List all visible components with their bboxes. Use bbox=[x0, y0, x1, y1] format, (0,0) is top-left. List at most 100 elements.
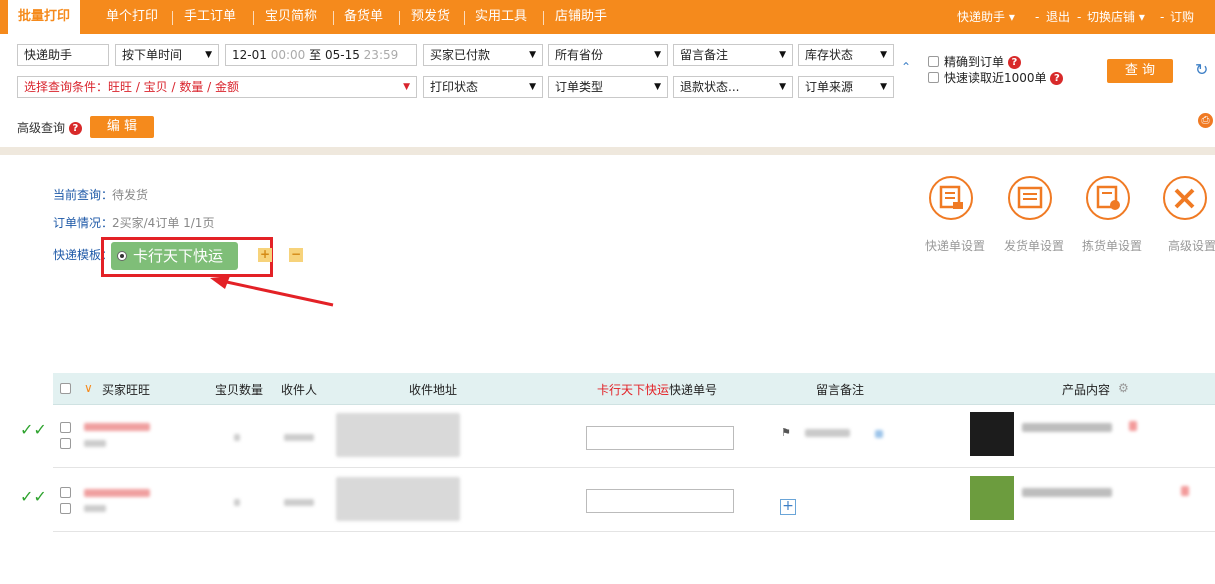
dropdown-arrow-icon: ▼ bbox=[880, 82, 887, 92]
advanced-settings-icon[interactable] bbox=[1163, 176, 1207, 220]
remove-template-button[interactable]: − bbox=[289, 248, 303, 262]
current-query-label: 当前查询： bbox=[53, 188, 114, 202]
qty-redacted bbox=[234, 499, 240, 506]
add-template-button[interactable]: + bbox=[258, 248, 272, 262]
dropdown-arrow-icon: ▼ bbox=[880, 50, 887, 60]
nav-dash: - bbox=[1160, 10, 1165, 24]
express-settings-icon[interactable] bbox=[929, 176, 973, 220]
tab-pre-ship[interactable]: 预发货 bbox=[411, 0, 450, 34]
template-name: 卡行天下快运 bbox=[133, 247, 224, 265]
refund-status-select[interactable]: 退款状态... ▼ bbox=[673, 76, 793, 98]
product-title-redacted bbox=[1022, 488, 1112, 497]
condition-select[interactable]: 选择查询条件：旺旺 / 宝贝 / 数量 / 金额 ▼ bbox=[17, 76, 417, 98]
buyer-name-redacted bbox=[84, 489, 150, 497]
help-icon[interactable]: ? bbox=[68, 122, 82, 135]
advanced-query-label: 高级查询 ? bbox=[17, 119, 82, 136]
gear-icon[interactable]: ⚙ bbox=[1118, 381, 1129, 395]
col-tracking: 卡行天下快运快递单号 bbox=[597, 383, 718, 397]
product-thumbnail[interactable] bbox=[970, 412, 1014, 456]
fast-read-checkbox[interactable] bbox=[928, 72, 939, 83]
nav-subscribe[interactable]: 订购 bbox=[1170, 0, 1194, 34]
nav-separator bbox=[464, 11, 465, 25]
address-redacted bbox=[336, 477, 460, 521]
picking-settings-label[interactable]: 拣货单设置 bbox=[1082, 237, 1142, 254]
date-range-field[interactable]: 12-01 00:00 至 05-15 23:59 bbox=[225, 44, 417, 66]
tab-single-print[interactable]: 单个打印 bbox=[106, 0, 158, 34]
nav-separator bbox=[333, 11, 334, 25]
order-status-label: 订单情况： bbox=[53, 216, 114, 230]
nav-kuaidi-helper[interactable]: 快递助手 ▾ bbox=[957, 0, 1015, 34]
delivery-settings-label[interactable]: 发货单设置 bbox=[1004, 237, 1064, 254]
tab-item-alias[interactable]: 宝贝简称 bbox=[265, 0, 317, 34]
help-icon[interactable]: ? bbox=[1050, 72, 1064, 85]
col-address: 收件地址 bbox=[409, 383, 458, 397]
top-nav: 批量打印 单个打印 手工订单 宝贝简称 备货单 预发货 实用工具 店铺助手 快递… bbox=[0, 0, 1215, 34]
nav-separator bbox=[399, 11, 400, 25]
add-remark-button[interactable]: + bbox=[780, 499, 796, 515]
receiver-redacted bbox=[284, 499, 314, 506]
picking-settings-icon[interactable] bbox=[1086, 176, 1130, 220]
status-check-icon: ✓✓ bbox=[20, 487, 47, 506]
query-button[interactable]: 查 询 bbox=[1107, 59, 1173, 83]
order-status-value: 2买家/4订单 1/1页 bbox=[112, 216, 215, 230]
qty-redacted bbox=[234, 434, 240, 441]
tracking-number-input[interactable] bbox=[586, 426, 734, 450]
tab-batch-print[interactable]: 批量打印 bbox=[8, 0, 81, 34]
nav-switch-shop[interactable]: 切换店铺 ▾ bbox=[1087, 0, 1145, 34]
edit-remark-icon[interactable] bbox=[875, 430, 883, 438]
dropdown-arrow-icon: ▼ bbox=[654, 82, 661, 92]
exact-order-checkbox[interactable] bbox=[928, 56, 939, 67]
exact-order-label: 精确到订单 ? bbox=[944, 53, 1021, 70]
dropdown-arrow-icon: ▼ bbox=[654, 50, 661, 60]
select-all-checkbox[interactable] bbox=[60, 383, 71, 394]
tab-tools[interactable]: 实用工具 bbox=[475, 0, 527, 34]
sort-chevron-icon[interactable]: ∨ bbox=[84, 381, 93, 395]
tab-manual-order[interactable]: 手工订单 bbox=[184, 0, 236, 34]
stock-select[interactable]: 库存状态 ▼ bbox=[798, 44, 894, 66]
province-select[interactable]: 所有省份 ▼ bbox=[548, 44, 668, 66]
sort-select[interactable]: 按下单时间 ▼ bbox=[115, 44, 219, 66]
buyer-note-redacted bbox=[84, 505, 106, 512]
delivery-settings-icon[interactable] bbox=[1008, 176, 1052, 220]
nav-separator bbox=[543, 11, 544, 25]
remark-select[interactable]: 留言备注 ▼ bbox=[673, 44, 793, 66]
product-tag-redacted bbox=[1181, 486, 1189, 496]
row-checkbox[interactable] bbox=[60, 487, 71, 498]
dropdown-arrow-icon: ▼ bbox=[529, 50, 536, 60]
tab-shop-helper[interactable]: 店铺助手 bbox=[555, 0, 607, 34]
product-tag-redacted bbox=[1129, 421, 1137, 431]
tracking-number-input[interactable] bbox=[586, 489, 734, 513]
express-settings-label[interactable]: 快递单设置 bbox=[925, 237, 985, 254]
edit-button[interactable]: 编 辑 bbox=[90, 116, 154, 138]
row-sub-checkbox[interactable] bbox=[60, 438, 71, 449]
print-icon[interactable]: ⎙ bbox=[1198, 113, 1213, 128]
refresh-icon[interactable]: ↻ bbox=[1195, 60, 1208, 79]
status-check-icon: ✓✓ bbox=[20, 420, 47, 439]
fast-read-label: 快速读取近1000单 ? bbox=[944, 69, 1064, 86]
nav-logout[interactable]: 退出 bbox=[1046, 0, 1070, 34]
annotation-arrow-icon bbox=[210, 276, 334, 307]
flag-icon[interactable]: ⚑ bbox=[781, 426, 791, 439]
help-icon[interactable]: ? bbox=[1007, 56, 1021, 69]
order-type-select[interactable]: 订单类型 ▼ bbox=[548, 76, 668, 98]
dropdown-arrow-icon: ▼ bbox=[529, 82, 536, 92]
account-field[interactable]: 快递助手 bbox=[17, 44, 109, 66]
row-checkbox[interactable] bbox=[60, 422, 71, 433]
advanced-settings-label[interactable]: 高级设置 bbox=[1168, 237, 1215, 254]
col-qty: 宝贝数量 bbox=[215, 383, 264, 397]
radio-icon[interactable] bbox=[117, 251, 127, 261]
col-remark: 留言备注 bbox=[816, 383, 865, 397]
row-sub-checkbox[interactable] bbox=[60, 503, 71, 514]
tab-stock-list[interactable]: 备货单 bbox=[344, 0, 383, 34]
collapse-chevron-icon[interactable]: ⌃ bbox=[901, 60, 911, 74]
buyer-name-redacted bbox=[84, 423, 150, 431]
col-buyer[interactable]: 买家旺旺 bbox=[102, 381, 150, 398]
product-title-redacted bbox=[1022, 423, 1112, 432]
nav-separator bbox=[253, 11, 254, 25]
nav-dash: - bbox=[1035, 10, 1040, 24]
print-status-select[interactable]: 打印状态 ▼ bbox=[423, 76, 543, 98]
template-chip[interactable]: 卡行天下快运 bbox=[111, 242, 238, 270]
pay-status-select[interactable]: 买家已付款 ▼ bbox=[423, 44, 543, 66]
product-thumbnail[interactable] bbox=[970, 476, 1014, 520]
order-source-select[interactable]: 订单来源 ▼ bbox=[798, 76, 894, 98]
